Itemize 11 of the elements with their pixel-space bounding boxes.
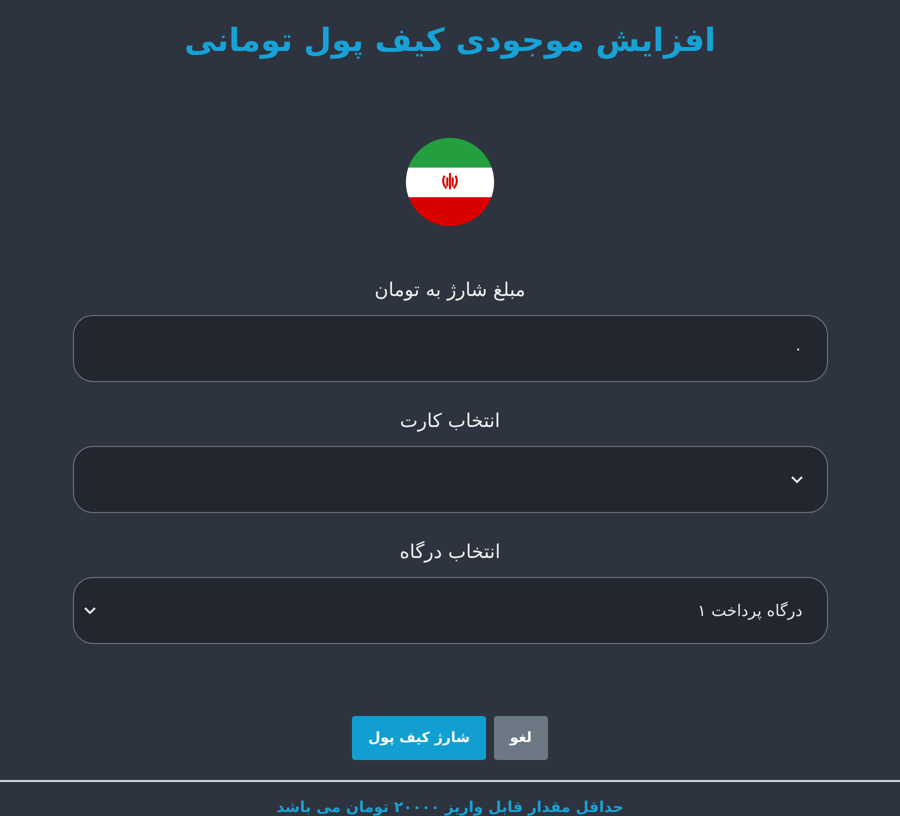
cancel-button[interactable]: لغو [494, 716, 548, 760]
chevron-down-icon [84, 606, 96, 614]
field-label: انتخاب درگاه [400, 540, 500, 565]
page-title: افزایش موجودی کیف پول تومانی [184, 20, 716, 61]
select-dropdown[interactable]: درگاه پرداخت ۱ [72, 577, 828, 644]
field-label: مبلغ شارژ به تومان [374, 278, 526, 303]
minimum-deposit-note: حداقل مقدار قابل واریز ۲۰۰۰۰ تومان می باشد [276, 798, 624, 816]
chevron-down-icon [790, 476, 802, 484]
amount-input[interactable]: ۰ [72, 315, 828, 382]
field-label: انتخاب کارت [400, 409, 500, 434]
select-dropdown[interactable] [72, 446, 828, 513]
